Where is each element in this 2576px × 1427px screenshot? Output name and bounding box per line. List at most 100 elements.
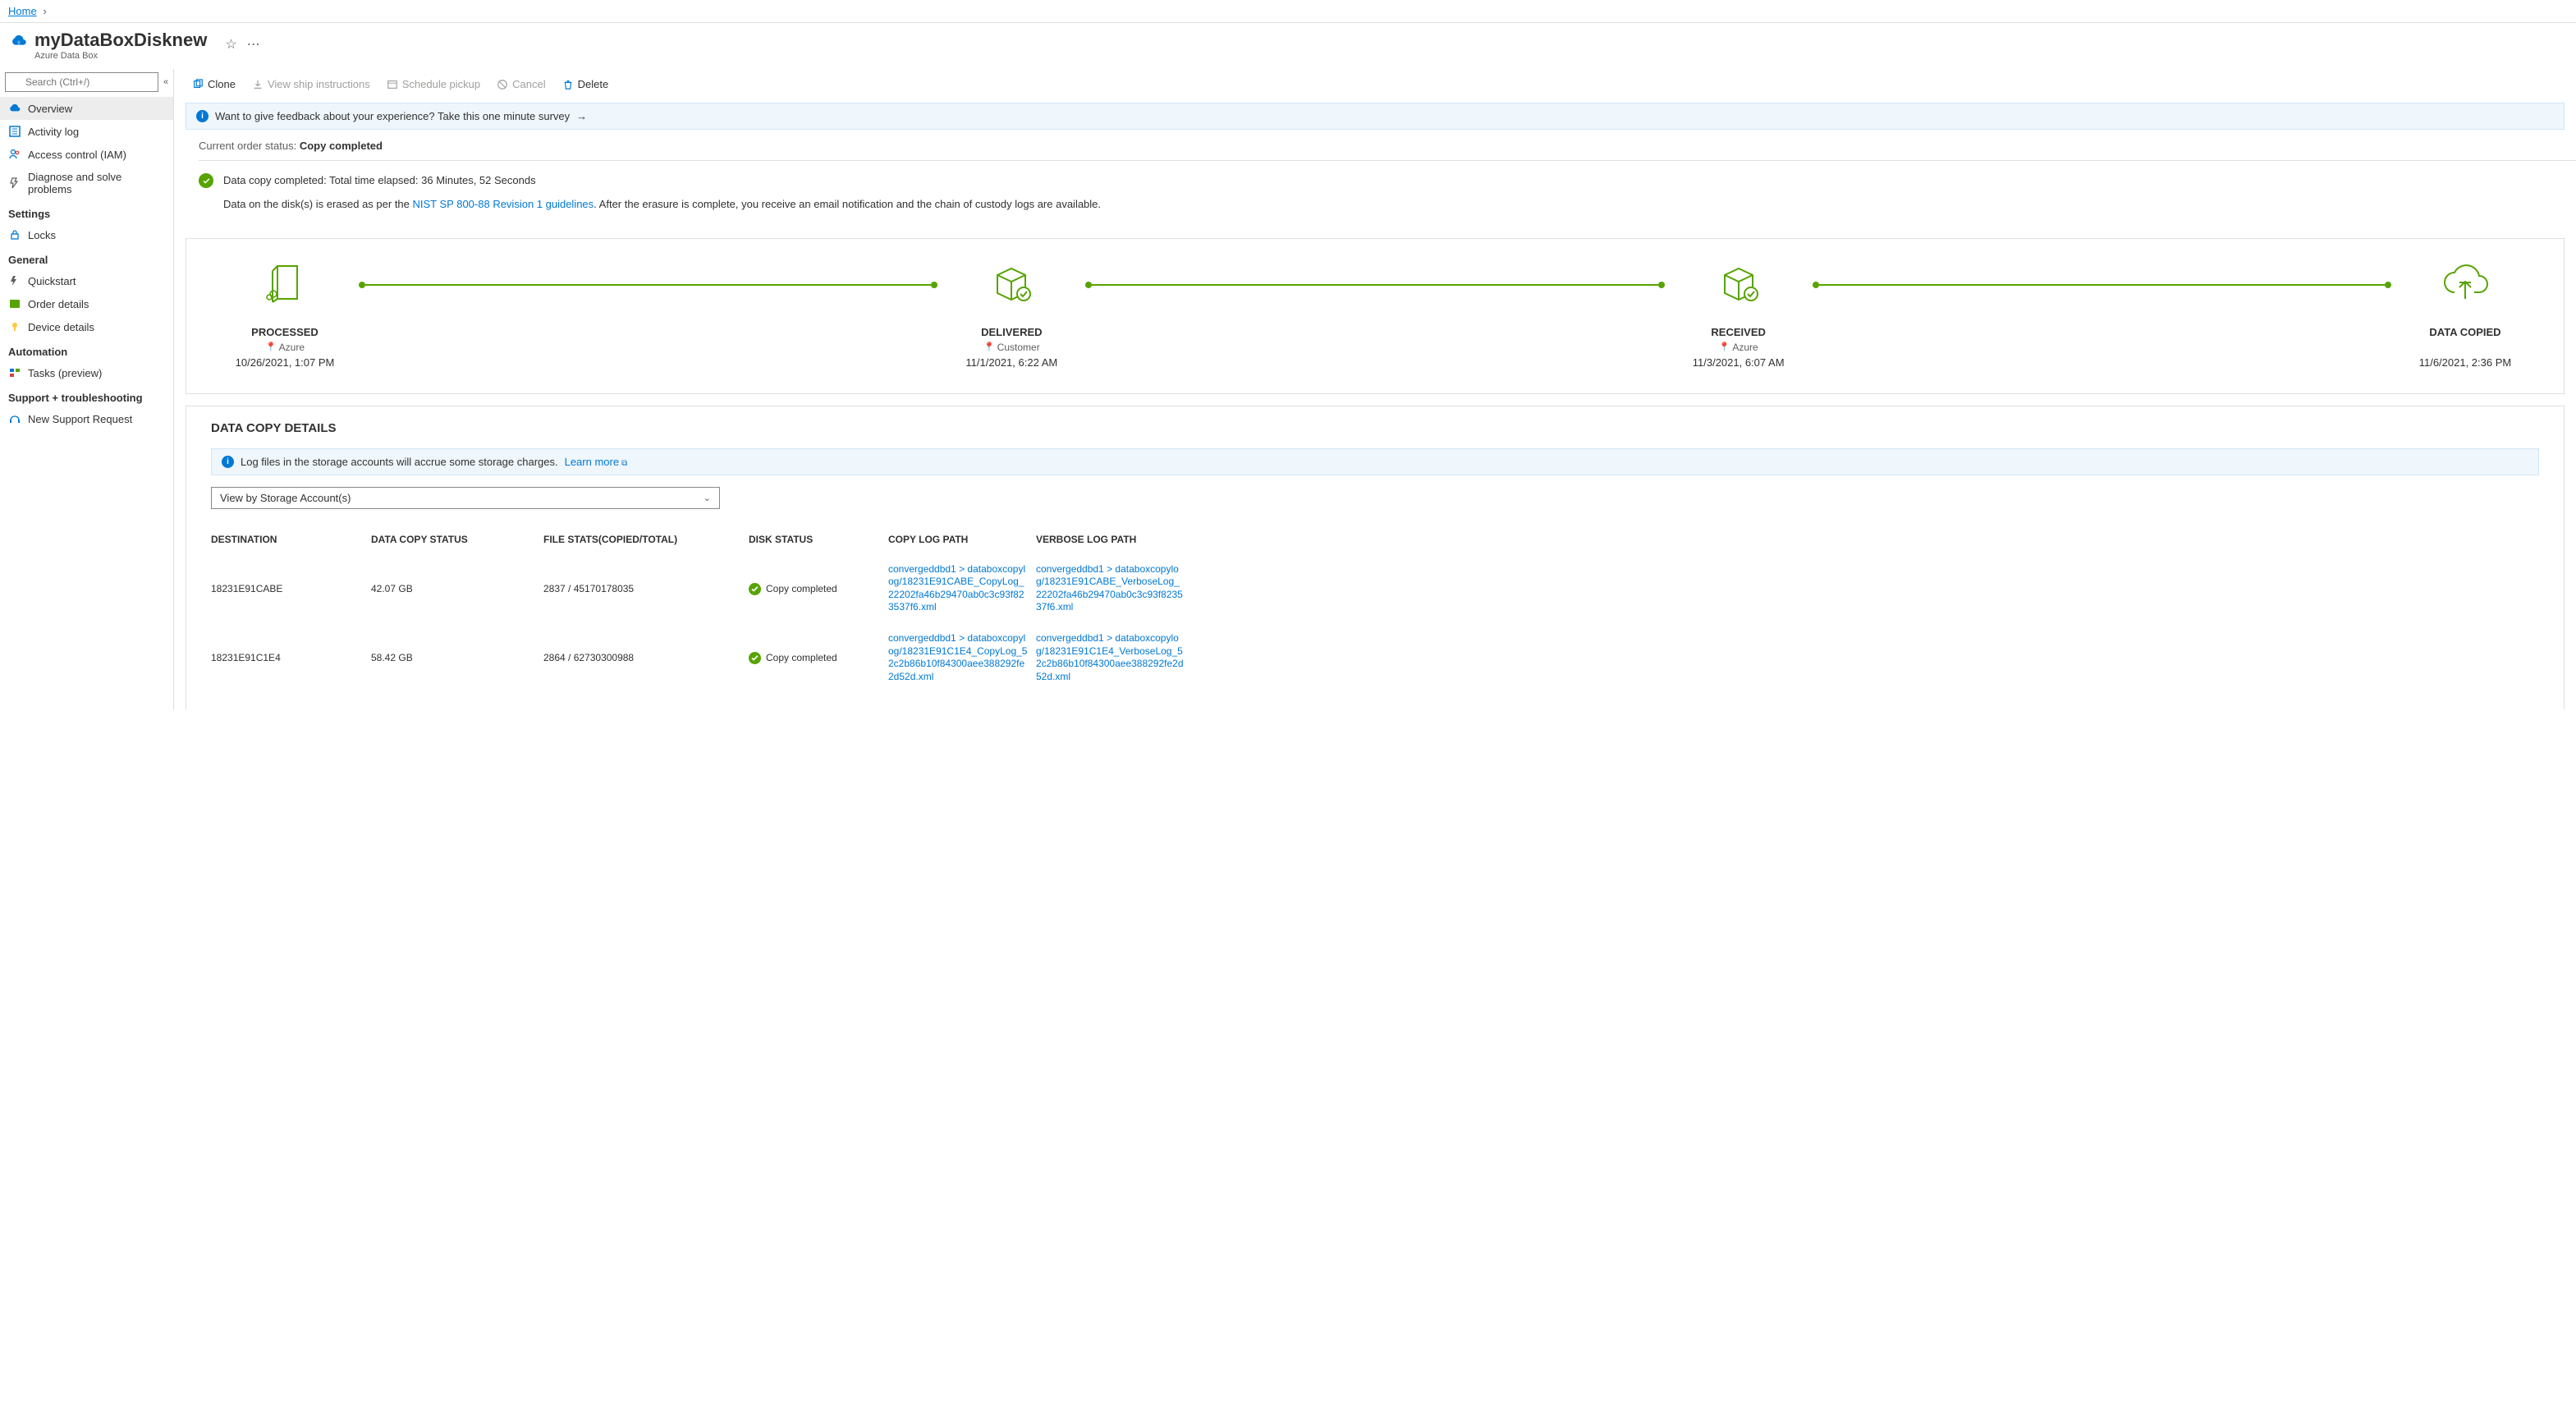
feedback-banner[interactable]: i Want to give feedback about your exper… [186,103,2565,130]
databox-icon [10,32,28,50]
button-label: Cancel [512,78,545,90]
step-date: 11/3/2021, 6:07 AM [1665,356,1813,369]
copy-details-table: DESTINATION DATA COPY STATUS FILE STATS(… [211,527,2539,691]
pin-icon: 📍 [265,342,277,352]
sidebar-heading-support: Support + troubleshooting [0,384,173,407]
quickstart-icon [8,274,21,287]
step-title: DELIVERED [937,326,1085,338]
cell-copystatus: 42.07 GB [371,583,543,594]
select-value: View by Storage Account(s) [220,492,351,504]
nist-link[interactable]: NIST SP 800-88 Revision 1 guidelines [413,198,594,210]
cell-diskstatus: Copy completed [749,582,888,595]
verbose-log-link[interactable]: convergeddbd1 > databoxcopylog/18231E91C… [1036,632,1184,683]
button-label: Schedule pickup [402,78,480,90]
search-input[interactable] [5,72,158,92]
button-label: Delete [578,78,609,90]
status-label: Current order status: [199,140,300,152]
disk-status-text: Copy completed [766,583,837,594]
cell-filestats: 2864 / 62730300988 [543,652,749,663]
breadcrumb-home[interactable]: Home [8,5,37,17]
table-row: 18231E91C1E4 58.42 GB 2864 / 62730300988… [211,621,2539,690]
view-by-select[interactable]: View by Storage Account(s) ⌄ [211,487,720,509]
sidebar-item-devicedetails[interactable]: Device details [0,315,173,338]
clone-button[interactable]: Clone [186,75,242,94]
timeline-step-processed: PROCESSED 📍Azure 10/26/2021, 1:07 PM [211,259,359,369]
page-subtitle: Azure Data Box [34,51,207,61]
chevron-right-icon: › [43,5,46,17]
sidebar-item-quickstart[interactable]: Quickstart [0,269,173,292]
button-label: View ship instructions [268,78,370,90]
storage-charge-banner: i Log files in the storage accounts will… [211,448,2539,475]
pin-icon: 📍 [1719,342,1730,352]
more-button[interactable]: ⋯ [245,34,262,54]
col-header-diskstatus: DISK STATUS [749,534,888,545]
copy-msg-text-a: Data on the disk(s) is erased as per the [223,198,413,210]
status-value: Copy completed [300,140,383,152]
sidebar-item-newsupport[interactable]: New Support Request [0,407,173,430]
copy-log-link[interactable]: convergeddbd1 > databoxcopylog/18231E91C… [888,563,1028,614]
col-header-copylog: COPY LOG PATH [888,534,1036,545]
sidebar-item-activity[interactable]: Activity log [0,120,173,143]
box-check-icon [937,259,1085,308]
copy-log-link[interactable]: convergeddbd1 > databoxcopylog/18231E91C… [888,632,1028,683]
sidebar-item-label: Activity log [28,126,79,138]
info-icon: i [196,110,209,122]
sidebar-item-label: Tasks (preview) [28,367,102,379]
sidebar-item-overview[interactable]: Overview [0,97,173,120]
arrow-right-icon: → [576,110,587,122]
timeline-step-delivered: DELIVERED 📍Customer 11/1/2021, 6:22 AM [937,259,1085,369]
step-date: 11/6/2021, 2:36 PM [2391,356,2539,369]
view-ship-button: View ship instructions [245,75,377,94]
sidebar: 🔍 « Overview Activity log Access control… [0,69,173,709]
favorite-button[interactable]: ☆ [223,34,238,54]
col-header-destination: DESTINATION [211,534,371,545]
check-circle-icon [749,652,761,664]
sidebar-item-locks[interactable]: Locks [0,223,173,246]
banner-text: Want to give feedback about your experie… [215,110,570,122]
cell-diskstatus: Copy completed [749,651,888,664]
step-title: RECEIVED [1665,326,1813,338]
sidebar-item-iam[interactable]: Access control (IAM) [0,143,173,166]
sidebar-heading-general: General [0,246,173,269]
button-label: Clone [208,78,236,90]
diagnose-icon [8,177,21,190]
cancel-button: Cancel [490,75,552,94]
learn-more-link[interactable]: Learn more⧉ [565,456,628,468]
sidebar-item-label: Quickstart [28,275,76,287]
order-icon [8,297,21,310]
external-link-icon: ⧉ [621,459,627,468]
step-date: 11/1/2021, 6:22 AM [937,356,1085,369]
col-header-filestats: FILE STATS(COPIED/TOTAL) [543,534,749,545]
cell-filestats: 2837 / 45170178035 [543,583,749,594]
sidebar-item-label: New Support Request [28,413,132,425]
tasks-icon [8,366,21,379]
banner-text: Log files in the storage accounts will a… [241,456,558,468]
sidebar-item-tasks[interactable]: Tasks (preview) [0,361,173,384]
sidebar-heading-automation: Automation [0,338,173,361]
schedule-pickup-button: Schedule pickup [380,75,487,94]
databox-icon [8,102,21,115]
chevron-down-icon: ⌄ [704,493,711,503]
sidebar-item-orderdetails[interactable]: Order details [0,292,173,315]
info-icon: i [222,456,234,468]
verbose-log-link[interactable]: convergeddbd1 > databoxcopylog/18231E91C… [1036,563,1184,614]
sidebar-heading-settings: Settings [0,200,173,223]
sidebar-item-label: Locks [28,229,56,241]
pin-icon: 📍 [983,342,995,352]
breadcrumb: Home › [0,0,2576,23]
delete-button[interactable]: Delete [556,75,616,94]
lock-icon [8,228,21,241]
col-header-verboselog: VERBOSE LOG PATH [1036,534,1184,545]
support-icon [8,412,21,425]
sidebar-item-label: Diagnose and solve problems [28,171,165,195]
copy-complete-message: Data copy completed: Total time elapsed:… [174,161,2576,225]
step-loc: Azure [1732,342,1758,353]
sidebar-item-diagnose[interactable]: Diagnose and solve problems [0,166,173,200]
step-loc: Customer [997,342,1040,353]
timeline-card: PROCESSED 📍Azure 10/26/2021, 1:07 PM DEL… [186,238,2565,394]
sidebar-item-label: Access control (IAM) [28,149,126,161]
disk-status-text: Copy completed [766,652,837,663]
page-header: myDataBoxDisknew Azure Data Box ☆ ⋯ [0,23,2576,69]
collapse-sidebar-button[interactable]: « [160,77,172,87]
copy-msg-text-b: . After the erasure is complete, you rec… [594,198,1101,210]
